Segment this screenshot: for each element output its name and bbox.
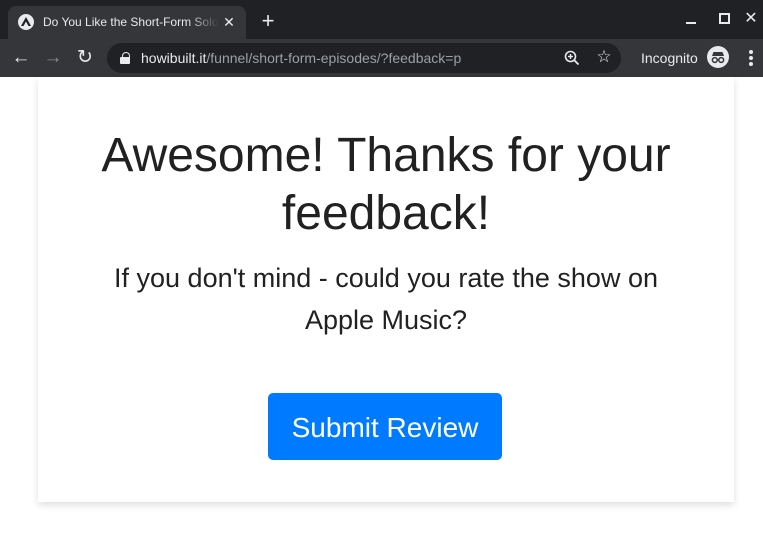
feedback-card: Awesome! Thanks for your feedback! If yo… xyxy=(38,77,734,502)
reload-icon[interactable]: ↻ xyxy=(74,47,96,69)
more-menu-icon[interactable] xyxy=(741,48,761,68)
url-text[interactable]: howibuilt.it/funnel/short-form-episodes/… xyxy=(141,50,461,66)
site-favicon-icon xyxy=(18,14,34,30)
submit-review-button[interactable]: Submit Review xyxy=(268,393,502,460)
bookmark-star-icon[interactable]: ☆ xyxy=(594,47,614,67)
zoom-icon[interactable] xyxy=(563,49,581,67)
browser-toolbar: ← → ↻ howibuilt.it/funnel/short-form-epi… xyxy=(0,39,763,77)
minimize-icon[interactable] xyxy=(680,8,702,30)
back-arrow-icon[interactable]: ← xyxy=(10,47,32,69)
incognito-label: Incognito xyxy=(641,50,698,66)
url-host: howibuilt.it xyxy=(141,50,207,66)
incognito-icon[interactable] xyxy=(707,46,729,68)
url-path: /funnel/short-form-episodes/?feedback=p xyxy=(206,50,462,66)
window-close-icon[interactable]: ✕ xyxy=(740,8,762,30)
browser-tab[interactable]: Do You Like the Short-Form Solo ✕ xyxy=(8,6,246,39)
page-title: Awesome! Thanks for your feedback! xyxy=(101,129,671,240)
maximize-icon[interactable] xyxy=(713,8,735,30)
forward-arrow-icon[interactable]: → xyxy=(42,47,64,69)
lock-icon[interactable] xyxy=(120,52,130,64)
tab-strip: Do You Like the Short-Form Solo ✕ + ✕ xyxy=(0,0,763,39)
address-bar[interactable]: howibuilt.it/funnel/short-form-episodes/… xyxy=(107,43,621,73)
tab-title: Do You Like the Short-Form Solo xyxy=(43,15,219,29)
rating-request-text: If you don't mind - could you rate the s… xyxy=(114,263,658,335)
tab-close-icon[interactable]: ✕ xyxy=(221,14,237,30)
new-tab-icon[interactable]: + xyxy=(258,10,278,32)
